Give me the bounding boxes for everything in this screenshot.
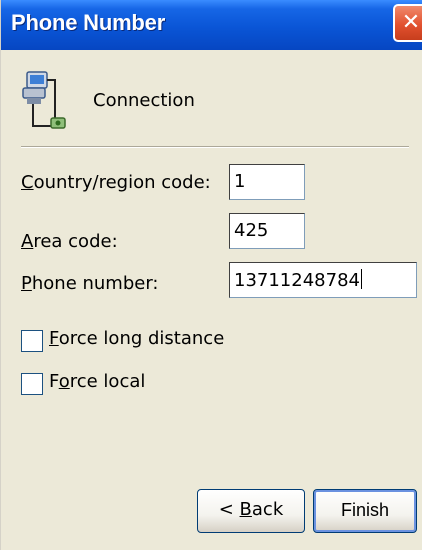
area-code-label: Area code:: [21, 231, 118, 252]
header-title: Connection: [93, 90, 195, 111]
phone-number-label: Phone number:: [21, 273, 159, 294]
header-divider: [21, 146, 409, 148]
window-title: Phone Number: [11, 10, 166, 35]
text-cursor: [360, 269, 362, 289]
close-button[interactable]: ✕: [393, 4, 422, 42]
title-bar[interactable]: Phone Number ✕: [1, 0, 422, 50]
country-code-input[interactable]: 1: [229, 164, 305, 200]
network-connection-icon: [22, 71, 66, 129]
finish-button[interactable]: Finish: [313, 489, 417, 533]
force-long-distance-checkbox[interactable]: [21, 330, 43, 352]
force-local-label[interactable]: Force local: [49, 371, 145, 392]
country-code-label: Country/region code:: [21, 172, 211, 193]
force-local-checkbox[interactable]: [21, 373, 43, 395]
force-long-distance-label[interactable]: Force long distance: [49, 328, 224, 349]
area-code-input[interactable]: 425: [229, 213, 305, 249]
phone-number-input[interactable]: 13711248784: [229, 262, 417, 298]
back-button[interactable]: < Back: [197, 489, 305, 533]
phone-number-dialog: Phone Number ✕ Connection Country/region…: [0, 0, 422, 550]
close-icon: ✕: [401, 10, 421, 35]
